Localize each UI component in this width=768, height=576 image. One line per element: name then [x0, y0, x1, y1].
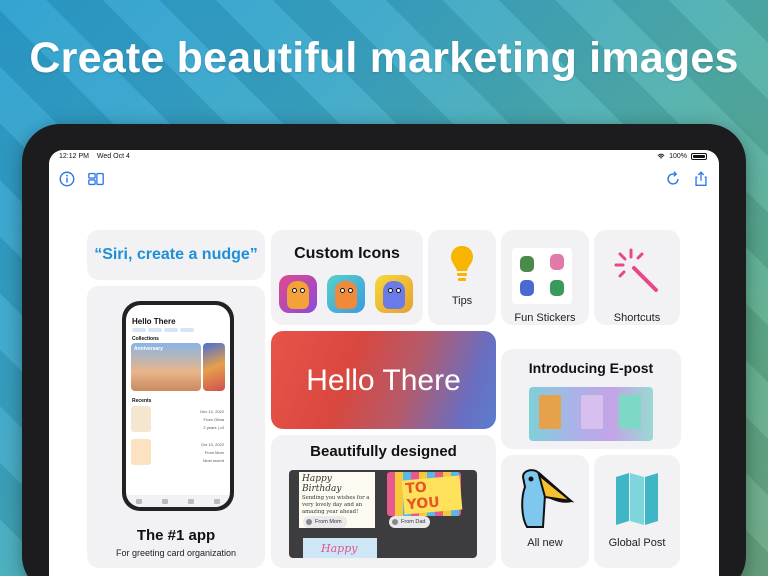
global-post-card[interactable]: Global Post: [594, 455, 680, 568]
bday-body: Sending you wishes for a very lovely day…: [302, 495, 370, 515]
epost-preview: [529, 387, 653, 441]
sticker-icon: [550, 254, 564, 270]
map-icon: [616, 473, 658, 525]
lightbulb-icon: [451, 246, 473, 281]
magic-wand-icon: [614, 248, 658, 292]
epost-preview-card: [619, 395, 641, 429]
sidebar-icon[interactable]: [87, 170, 105, 188]
sticker-icon: [550, 280, 564, 296]
bday-title: Happy Birthday: [302, 474, 342, 494]
phone-meta: Most recent: [203, 458, 224, 463]
status-date: Wed Oct 4: [96, 153, 130, 160]
app-card-title: The #1 app: [136, 527, 216, 544]
phone-card-thumb: [131, 406, 151, 432]
sticker-icon: [520, 280, 534, 296]
phone-anniversary: Anniversary: [134, 346, 163, 352]
marketing-headline: Create beautiful marketing images: [29, 34, 739, 82]
phone-recents: Recents: [132, 398, 152, 404]
from-mom-pill: From Mom: [303, 516, 347, 528]
phone-screen: Hello There Collections Anniversary Rece…: [126, 305, 230, 507]
app-card-subtitle: For greeting card organization: [115, 548, 237, 558]
phone-collections: Collections: [132, 336, 159, 342]
phone-collection-photo: Anniversary: [131, 343, 201, 391]
happy-text: Happy: [321, 542, 358, 555]
hello-there-card[interactable]: Hello There: [271, 331, 496, 429]
to-you-card: TO YOU: [387, 472, 463, 516]
phone-from: From Olivia: [203, 417, 224, 422]
shortcuts-card[interactable]: Shortcuts: [594, 230, 680, 325]
phone-tab-bar: [126, 495, 230, 507]
status-bar: 12:12 PM Wed Oct 4 100%: [59, 153, 707, 160]
bird-app-icon: [279, 275, 317, 313]
designed-title: Beautifully designed: [310, 443, 457, 460]
phone-collection-photo: [203, 343, 225, 391]
battery-icon: [691, 153, 707, 160]
design-preview: Happy Birthday Sending you wishes for a …: [289, 470, 477, 558]
hello-there-text: Hello There: [306, 364, 461, 397]
sticker-icon: [520, 256, 534, 272]
wifi-icon: [657, 153, 665, 159]
epost-preview-card: [539, 395, 561, 429]
phone-chips: [132, 328, 194, 332]
status-time: 12:12 PM: [59, 153, 89, 160]
sticker-sheet: [512, 248, 572, 304]
phone-from: From Mom: [204, 450, 224, 455]
fun-stickers-card[interactable]: Fun Stickers: [501, 230, 589, 325]
shortcuts-label: Shortcuts: [613, 312, 661, 324]
phone-title: Hello There: [132, 317, 176, 326]
custom-icons-card[interactable]: Custom Icons: [271, 230, 423, 325]
epost-card[interactable]: Introducing E-post: [501, 349, 681, 449]
phone-mockup: Hello There Collections Anniversary Rece…: [122, 301, 234, 511]
pelican-icon: [521, 469, 575, 528]
epost-preview-card: [581, 395, 603, 429]
phone-date: Oct 10, 2022: [201, 442, 224, 447]
phone-card-thumb: [131, 439, 151, 465]
to-you-text: TO YOU: [401, 475, 463, 515]
share-icon[interactable]: [692, 170, 710, 188]
tips-card[interactable]: Tips: [428, 230, 496, 325]
all-new-label: All new: [527, 537, 563, 549]
tips-label: Tips: [451, 295, 473, 307]
siri-text: “Siri, create a nudge”: [94, 246, 258, 263]
phone-meta: 2 years | c3: [203, 425, 224, 430]
ipad-screen: 12:12 PM Wed Oct 4 100% “Siri, create a …: [49, 150, 719, 576]
bird-app-icon: [375, 275, 413, 313]
happy-card: Happy: [303, 538, 377, 558]
all-new-card[interactable]: All new: [501, 455, 589, 568]
beautifully-designed-card[interactable]: Beautifully designed Happy Birthday Send…: [271, 435, 496, 568]
bird-app-icon: [327, 275, 365, 313]
info-icon[interactable]: [58, 170, 76, 188]
app-card[interactable]: Hello There Collections Anniversary Rece…: [87, 286, 265, 568]
custom-icons-title: Custom Icons: [294, 245, 400, 262]
epost-title: Introducing E-post: [528, 360, 654, 376]
phone-date: Dec 10, 2022: [200, 409, 224, 414]
battery-percent: 100%: [669, 153, 687, 160]
global-post-label: Global Post: [608, 537, 666, 549]
siri-card[interactable]: “Siri, create a nudge”: [87, 230, 265, 280]
from-dad-pill: From Dad: [389, 516, 431, 528]
fun-stickers-label: Fun Stickers: [514, 312, 576, 324]
refresh-icon[interactable]: [664, 170, 682, 188]
